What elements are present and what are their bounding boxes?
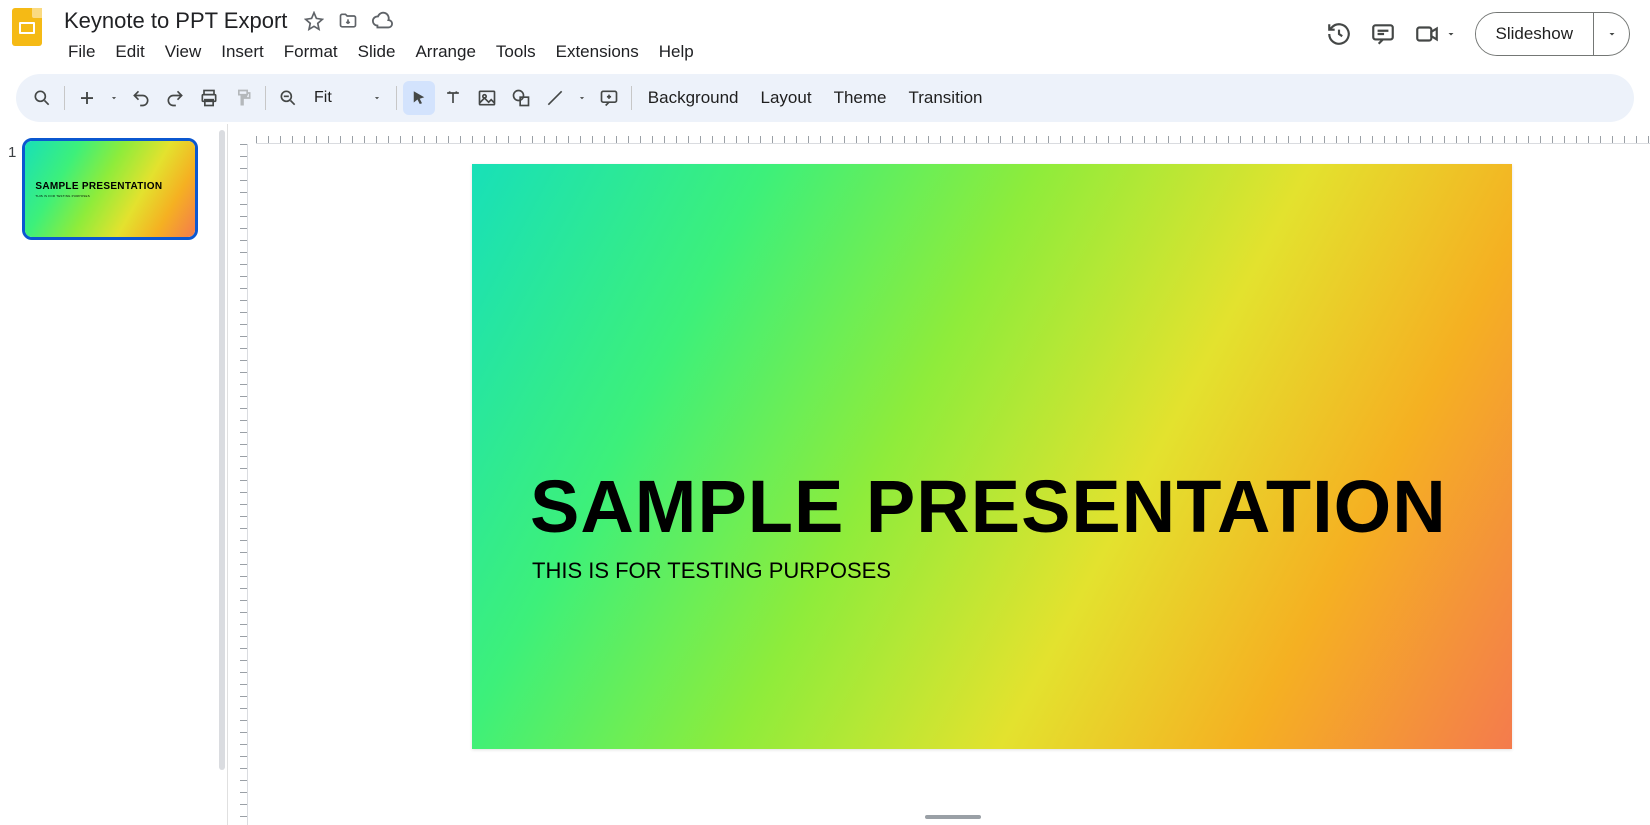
undo-icon[interactable] [125,81,157,115]
search-icon[interactable] [26,81,58,115]
zoom-value: Fit [314,89,332,107]
slide-title-text[interactable]: SAMPLE PRESENTATION [530,464,1447,549]
thumb-title: SAMPLE PRESENTATION [35,181,195,192]
line-tool-icon[interactable] [539,81,571,115]
header-actions: Slideshow [1325,12,1639,56]
panel-scrollbar[interactable] [219,130,225,770]
image-icon[interactable] [471,81,503,115]
menu-extensions[interactable]: Extensions [548,38,647,66]
move-folder-icon[interactable] [337,10,359,32]
slideshow-button[interactable]: Slideshow [1476,13,1594,55]
slide-thumbnail-row: 1 SAMPLE PRESENTATION THIS IS FOR TESTIN… [8,138,219,240]
menu-file[interactable]: File [60,38,103,66]
menu-help[interactable]: Help [651,38,702,66]
menu-insert[interactable]: Insert [213,38,272,66]
menu-format[interactable]: Format [276,38,346,66]
slide-background [472,164,1512,749]
meet-dropdown-icon[interactable] [1443,20,1459,48]
new-slide-icon[interactable] [71,81,103,115]
cloud-status-icon[interactable] [371,10,393,32]
slide-number: 1 [8,144,16,161]
canvas-area[interactable]: SAMPLE PRESENTATION THIS IS FOR TESTING … [256,144,1650,825]
document-title[interactable]: Keynote to PPT Export [60,6,291,36]
meet-camera-icon[interactable] [1413,20,1441,48]
slide-subtitle-text[interactable]: THIS IS FOR TESTING PURPOSES [532,558,891,584]
slide-panel: 1 SAMPLE PRESENTATION THIS IS FOR TESTIN… [0,124,228,825]
horizontal-ruler[interactable] [256,124,1650,144]
menu-tools[interactable]: Tools [488,38,544,66]
star-icon[interactable] [303,10,325,32]
menu-edit[interactable]: Edit [107,38,152,66]
redo-icon[interactable] [159,81,191,115]
transition-button[interactable]: Transition [898,81,992,115]
new-slide-dropdown-icon[interactable] [105,81,123,115]
zoom-out-icon[interactable] [272,81,304,115]
menu-arrange[interactable]: Arrange [407,38,483,66]
comments-icon[interactable] [1369,20,1397,48]
speaker-notes-handle[interactable] [925,815,981,819]
layout-button[interactable]: Layout [751,81,822,115]
text-box-icon[interactable] [437,81,469,115]
menu-bar: File Edit View Insert Format Slide Arran… [60,38,1325,66]
paint-format-icon[interactable] [227,81,259,115]
vertical-ruler[interactable] [228,144,248,825]
menu-slide[interactable]: Slide [350,38,404,66]
comment-add-icon[interactable] [593,81,625,115]
title-block: Keynote to PPT Export File Edit View Ins… [60,6,1325,66]
theme-button[interactable]: Theme [824,81,897,115]
background-button[interactable]: Background [638,81,749,115]
chevron-down-icon [372,93,382,103]
thumb-subtitle: THIS IS FOR TESTING PURPOSES [35,194,195,198]
app-header: Keynote to PPT Export File Edit View Ins… [0,0,1650,66]
zoom-select[interactable]: Fit [306,89,390,107]
slide-thumbnail[interactable]: SAMPLE PRESENTATION THIS IS FOR TESTING … [22,138,198,240]
select-tool-icon[interactable] [403,81,435,115]
line-dropdown-icon[interactable] [573,81,591,115]
toolbar: Fit Background Layout Theme Transition [16,74,1634,122]
canvas-wrap: SAMPLE PRESENTATION THIS IS FOR TESTING … [228,124,1650,825]
slideshow-button-group: Slideshow [1475,12,1631,56]
version-history-icon[interactable] [1325,20,1353,48]
workspace: 1 SAMPLE PRESENTATION THIS IS FOR TESTIN… [0,124,1650,825]
slideshow-dropdown[interactable] [1593,13,1629,55]
app-logo[interactable] [12,8,52,48]
menu-view[interactable]: View [157,38,210,66]
print-icon[interactable] [193,81,225,115]
slide-canvas[interactable]: SAMPLE PRESENTATION THIS IS FOR TESTING … [472,164,1512,749]
shape-icon[interactable] [505,81,537,115]
